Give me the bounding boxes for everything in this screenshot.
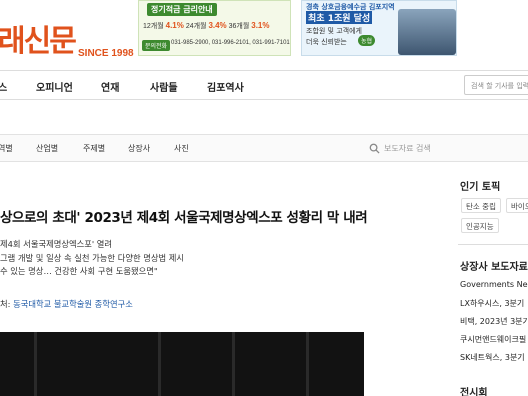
logo-text: 래신문 bbox=[0, 24, 77, 59]
nonghyup-ad-banner[interactable]: 경축 상호금융예수금 김포지역 최초 1조원 달성 조합원 및 고객에게 더욱 … bbox=[301, 0, 457, 56]
press-release-subnav: 역별 산업별 주제별 상장사 사진 보도자료 검색 bbox=[0, 134, 528, 162]
nav-item-gimpo-history[interactable]: 김포역사 bbox=[207, 79, 244, 94]
source-link[interactable]: 동국대학교 불교학술원 종학연구소 bbox=[13, 299, 133, 309]
photo-detail bbox=[158, 332, 161, 396]
exhibition-title: 전시회 bbox=[460, 388, 488, 396]
press-link[interactable]: 쿠시먼앤드웨이크필 bbox=[460, 334, 526, 345]
article-source: 처: 동국대학교 불교학술원 종학연구소 bbox=[0, 298, 133, 310]
press-link[interactable]: LX하우시스, 3분기 bbox=[460, 298, 524, 309]
nav-item-people[interactable]: 사람들 bbox=[150, 79, 178, 94]
popular-topics-title: 인기 토픽 bbox=[460, 182, 501, 193]
rate-value: 4.1% bbox=[165, 21, 184, 30]
rate-value: 3.1% bbox=[251, 21, 270, 30]
ad-title: 정기적금 금리안내 bbox=[147, 3, 217, 16]
search-icon[interactable] bbox=[369, 143, 380, 154]
topic-tag[interactable]: 인공지능 bbox=[461, 218, 499, 233]
ad-inquiry-button: 문의전화 bbox=[142, 40, 171, 51]
subnav-item-region[interactable]: 역별 bbox=[0, 143, 13, 154]
subnav-item-topic[interactable]: 주제별 bbox=[83, 143, 105, 154]
subtitle-line: 제4회 서울국제명상엑스포' 열려 bbox=[0, 239, 113, 249]
ad-rates: 12개월 4.1% 24개월 3.4% 36개월 3.1% bbox=[143, 21, 269, 31]
article-search-input[interactable]: 검색 할 기사를 입력 bbox=[464, 75, 528, 95]
logo-since: SINCE 1998 bbox=[78, 48, 134, 59]
article-subtitle: 제4회 서울국제명상엑스포' 열려 그램 개발 및 일상 속 실천 가능한 다양… bbox=[0, 238, 184, 279]
main-nav: 스 오피니언 연재 사람들 김포역사 검색 할 기사를 입력 bbox=[0, 70, 528, 100]
photo-detail bbox=[232, 332, 235, 396]
press-link[interactable]: SK네트웍스, 3분기 bbox=[460, 352, 525, 363]
article-headline: 상으로의 초대' 2023년 제4회 서울국제명상엑스포 성황리 막 내려 bbox=[0, 210, 368, 226]
subnav-item-industry[interactable]: 산업별 bbox=[36, 143, 58, 154]
topic-tag[interactable]: 탄소 중립 bbox=[461, 198, 501, 213]
subtitle-line: 그램 개발 및 일상 속 실천 가능한 다양한 명상법 제시 bbox=[0, 252, 185, 263]
subnav-item-listed[interactable]: 상장사 bbox=[128, 143, 150, 154]
rate-term: 24개월 bbox=[185, 23, 207, 30]
article-photo bbox=[0, 332, 364, 396]
photo-detail bbox=[306, 332, 309, 396]
rate-value: 3.4% bbox=[208, 21, 227, 30]
site-logo[interactable]: 래신문 SINCE 1998 bbox=[0, 10, 135, 60]
nav-item-opinion[interactable]: 오피니언 bbox=[36, 79, 73, 94]
ad-badge: 농협 bbox=[358, 35, 376, 46]
press-link[interactable]: 비택, 2023년 3분기 bbox=[460, 316, 528, 327]
rate-term: 36개월 bbox=[228, 23, 250, 30]
sidebar-divider bbox=[458, 244, 528, 245]
subnav-item-photo[interactable]: 사진 bbox=[174, 143, 189, 154]
press-link[interactable]: Governments Nee bbox=[460, 280, 528, 289]
ad-text: 더욱 신뢰받는 bbox=[306, 38, 347, 46]
listed-press-title: 상장사 보도자료 bbox=[460, 262, 528, 273]
ad-highlight: 최초 1조원 달성 bbox=[306, 11, 373, 24]
savings-rate-ad-banner[interactable]: 정기적금 금리안내 12개월 4.1% 24개월 3.4% 36개월 3.1% … bbox=[138, 0, 291, 56]
photo-detail bbox=[34, 332, 37, 396]
ad-text: 조합원 및 고객에게 bbox=[306, 27, 362, 35]
source-label: 처: bbox=[0, 299, 11, 309]
nav-item-series[interactable]: 연재 bbox=[101, 79, 119, 94]
rate-term: 12개월 bbox=[143, 23, 164, 30]
ad-phones: 031-985-2900, 031-996-2101, 031-991-7101 bbox=[171, 40, 290, 46]
topic-tag[interactable]: 바이오 bbox=[506, 198, 528, 213]
nav-item-news[interactable]: 스 bbox=[0, 79, 7, 94]
ad-photo bbox=[398, 9, 456, 55]
subtitle-line: 수 있는 명상… 건강한 사회 구현 도움됐으면" bbox=[0, 266, 158, 276]
press-search-input[interactable]: 보도자료 검색 bbox=[384, 143, 431, 154]
